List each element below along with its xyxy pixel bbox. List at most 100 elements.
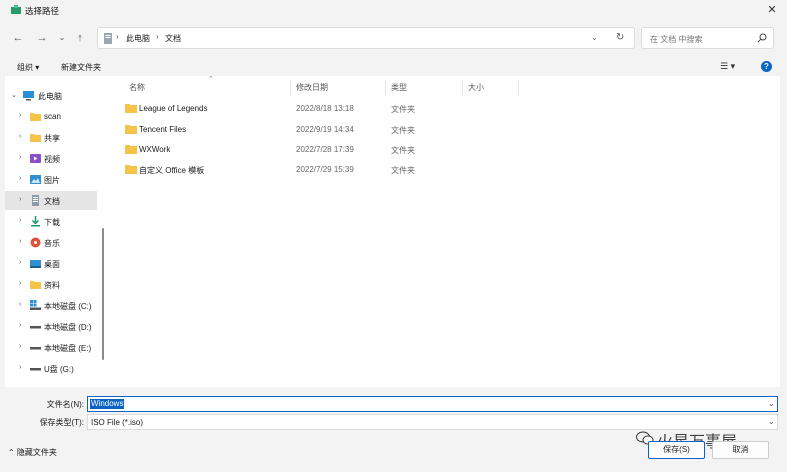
sidebar-item-scan[interactable]: › scan (5, 107, 97, 126)
file-type: 文件夹 (391, 146, 415, 155)
column-divider[interactable] (385, 80, 386, 96)
chevron-right-icon[interactable]: › (19, 259, 21, 266)
chevron-right-icon[interactable]: › (19, 280, 21, 287)
column-header-type[interactable]: 类型 (391, 82, 407, 93)
filename-label: 文件名(N): (46, 400, 84, 409)
cancel-button[interactable]: 取消 (712, 441, 769, 459)
file-row[interactable]: League of Legends 2022/8/18 13:18 文件夹 (116, 99, 456, 117)
folder-icon (125, 165, 137, 174)
chevron-right-icon[interactable]: › (19, 154, 21, 161)
folder-icon (30, 281, 41, 289)
sidebar-item-shared[interactable]: › 共享 (5, 128, 97, 147)
sidebar-item-label: 桌面 (44, 260, 60, 269)
sidebar-item-label: 共享 (44, 134, 60, 143)
sidebar-item-drive-d[interactable]: › 本地磁盘 (D:) (5, 317, 97, 336)
file-date: 2022/7/29 15:39 (296, 165, 354, 174)
column-divider[interactable] (462, 80, 463, 96)
chevron-right-icon[interactable]: › (19, 133, 21, 140)
sidebar-item-drive-c[interactable]: › 本地磁盘 (C:) (5, 296, 97, 315)
drive-icon (30, 326, 41, 329)
sidebar-item-this-pc[interactable]: ⌄ 此电脑 (5, 86, 97, 105)
folder-icon (125, 145, 137, 154)
navigation-scrollbar[interactable] (102, 228, 104, 360)
chevron-right-icon[interactable]: › (19, 238, 21, 245)
help-icon[interactable]: ? (761, 61, 772, 72)
chevron-right-icon[interactable]: › (19, 322, 21, 329)
chevron-down-icon[interactable]: ⌄ (768, 417, 775, 426)
sidebar-item-label: 文档 (44, 197, 60, 206)
folder-icon (125, 104, 137, 113)
drive-icon (30, 347, 41, 350)
chevron-down-icon[interactable]: ⌄ (768, 399, 775, 408)
sidebar-item-usb-g[interactable]: › U盘 (G:) (5, 359, 97, 378)
window-title: 选择路径 (25, 6, 60, 16)
save-button[interactable]: 保存(S) (648, 441, 705, 459)
column-header-size[interactable]: 大小 (468, 82, 484, 93)
refresh-icon[interactable]: ↻ (616, 32, 624, 43)
folder-icon (30, 113, 41, 121)
address-dropdown-icon[interactable]: ⌄ (591, 33, 598, 42)
file-list: ⌃ 名称 修改日期 类型 大小 League of Legends 2022/8… (112, 76, 780, 387)
column-header-date[interactable]: 修改日期 (296, 82, 328, 93)
chevron-right-icon[interactable]: › (19, 175, 21, 182)
chevron-right-icon[interactable]: › (19, 112, 21, 119)
new-folder-button[interactable]: 新建文件夹 (61, 62, 101, 73)
folder-icon (30, 134, 41, 142)
sidebar-item-music[interactable]: › 音乐 (5, 233, 97, 252)
sidebar-item-label: 此电脑 (38, 92, 62, 101)
breadcrumb-this-pc[interactable]: 此电脑 (126, 33, 150, 44)
navigation-pane: ⌄ 此电脑 › scan › 共享 › 视频 › 图片 › 文档 › 下载 › … (5, 76, 105, 387)
close-icon[interactable]: ✕ (764, 2, 780, 18)
sidebar-item-downloads[interactable]: › 下载 (5, 212, 97, 231)
title-bar: 选择路径 ✕ (0, 0, 787, 20)
up-button[interactable]: ↑ (73, 31, 87, 45)
file-row[interactable]: Tencent Files 2022/9/19 14:34 文件夹 (116, 120, 456, 138)
hide-folders-button[interactable]: ⌃ 隐藏文件夹 (8, 447, 57, 458)
chevron-right-icon[interactable]: › (19, 196, 21, 203)
recent-locations-button[interactable]: ⌄ (55, 31, 69, 45)
pc-icon (23, 91, 34, 101)
chevron-down-icon[interactable]: ⌄ (11, 91, 17, 99)
column-divider[interactable] (290, 80, 291, 96)
sidebar-item-pictures[interactable]: › 图片 (5, 170, 97, 189)
breadcrumb-separator: › (116, 32, 119, 41)
organize-button[interactable]: 组织 ▾ (17, 62, 39, 73)
view-options-button[interactable]: ☰ ▾ (720, 61, 735, 72)
sidebar-item-drive-e[interactable]: › 本地磁盘 (E:) (5, 338, 97, 357)
chevron-right-icon[interactable]: › (19, 364, 21, 371)
folder-icon (125, 125, 137, 134)
sidebar-item-label: 音乐 (44, 239, 60, 248)
sidebar-item-label: 图片 (44, 176, 60, 185)
sidebar-item-desktop[interactable]: › 桌面 (5, 254, 97, 273)
music-icon (30, 237, 41, 248)
filename-field[interactable]: Windows ⌄ (87, 396, 778, 412)
column-divider[interactable] (518, 80, 519, 96)
forward-button[interactable]: → (35, 31, 49, 45)
column-header-name[interactable]: 名称 (129, 82, 145, 93)
sidebar-item-materials[interactable]: › 资料 (5, 275, 97, 294)
search-icon[interactable] (757, 33, 767, 43)
chevron-right-icon[interactable]: › (19, 343, 21, 350)
search-box[interactable]: 在 文档 中搜索 (641, 27, 774, 49)
usb-drive-icon (30, 368, 41, 371)
app-icon (11, 5, 21, 14)
search-input[interactable]: 在 文档 中搜索 (650, 34, 702, 45)
system-drive-icon (30, 300, 41, 310)
breadcrumb-separator: › (156, 32, 159, 41)
breadcrumb-documents[interactable]: 文档 (165, 33, 181, 44)
sidebar-item-label: 本地磁盘 (C:) (44, 302, 92, 311)
back-button[interactable]: ← (11, 31, 25, 45)
chevron-right-icon[interactable]: › (19, 217, 21, 224)
video-icon (30, 154, 41, 163)
file-name: 自定义 Office 模板 (139, 166, 205, 175)
address-bar[interactable]: › 此电脑 › 文档 ⌄ ↻ (97, 27, 635, 49)
document-location-icon (104, 33, 112, 44)
file-row[interactable]: 自定义 Office 模板 2022/7/29 15:39 文件夹 (116, 160, 456, 178)
sidebar-item-documents[interactable]: › 文档 (5, 191, 97, 210)
sidebar-item-videos[interactable]: › 视频 (5, 149, 97, 168)
file-name: League of Legends (139, 104, 208, 113)
filename-value[interactable]: Windows (90, 399, 125, 409)
file-row[interactable]: WXWork 2022/7/28 17:39 文件夹 (116, 140, 456, 158)
chevron-right-icon[interactable]: › (19, 301, 21, 308)
file-name: WXWork (139, 145, 171, 154)
